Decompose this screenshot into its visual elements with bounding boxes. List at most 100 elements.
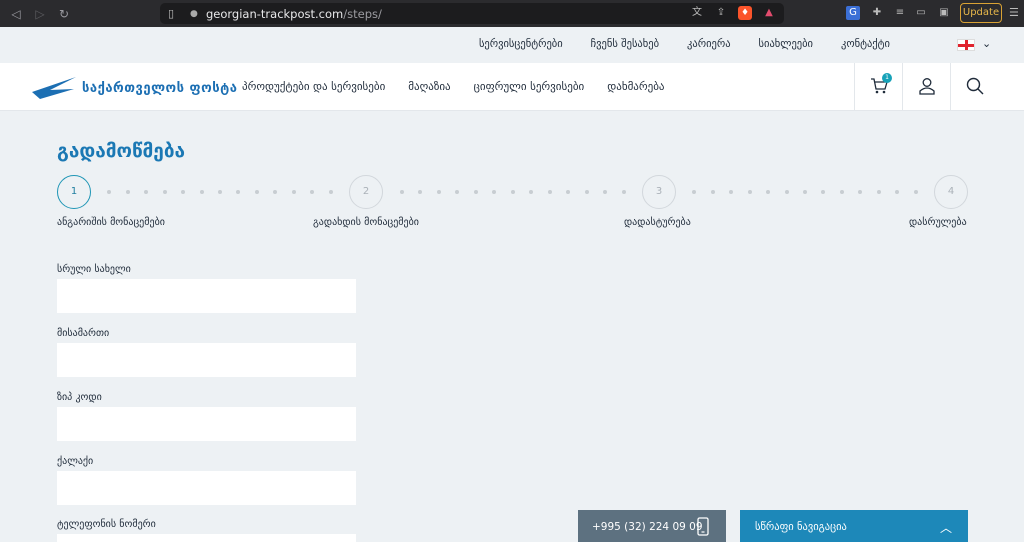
lock-icon[interactable]: ● xyxy=(190,9,200,19)
url-path: /steps/ xyxy=(343,6,382,21)
forward-icon[interactable]: ▷ xyxy=(32,7,48,21)
phone-number-label: ტელეფონის ნომერი xyxy=(57,519,156,530)
brave-rewards-icon[interactable]: ▲ xyxy=(762,6,776,20)
playlist-icon[interactable]: ≡ xyxy=(893,6,907,20)
stepper-dot xyxy=(436,190,441,194)
stepper-dot xyxy=(603,190,607,194)
hotline-bar[interactable]: +995 (32) 224 09 09 xyxy=(578,510,726,542)
stepper-dot xyxy=(547,190,552,194)
utility-bar: სერვისცენტრები ჩვენს შესახებ კარიერა სია… xyxy=(0,27,1024,63)
stepper-dot xyxy=(236,190,241,194)
translate-extension-icon[interactable]: G xyxy=(846,6,860,20)
phone-number-input[interactable] xyxy=(57,534,356,542)
sidebar-icon[interactable]: ▭ xyxy=(914,6,928,20)
nav-products-services[interactable]: პროდუქტები და სერვისები xyxy=(242,80,385,93)
url-text[interactable]: georgian-trackpost.com/steps/ xyxy=(206,7,382,21)
translate-icon[interactable]: 文 xyxy=(690,6,704,20)
account-button[interactable] xyxy=(902,63,950,111)
stepper-dot xyxy=(107,190,112,194)
stepper-dot xyxy=(692,190,697,194)
link-news[interactable]: სიახლეები xyxy=(759,38,813,50)
menu-icon[interactable]: ☰ xyxy=(1009,6,1019,19)
stepper-dot xyxy=(125,190,130,194)
address-label: მისამართი xyxy=(57,328,110,339)
url-host: georgian-trackpost.com xyxy=(206,6,344,21)
stepper-dot xyxy=(913,190,918,194)
user-icon xyxy=(919,78,935,95)
mobile-phone-icon xyxy=(697,517,709,536)
link-service-centers[interactable]: სერვისცენტრები xyxy=(479,38,563,50)
stepper-dot xyxy=(876,190,881,194)
stepper-dot xyxy=(566,190,570,194)
nav-digital-services[interactable]: ციფრული სერვისები xyxy=(474,80,585,93)
step-2-circle: 2 xyxy=(349,175,383,209)
stepper-dot xyxy=(895,190,900,194)
full-name-label: სრული სახელი xyxy=(57,264,131,275)
stepper-dot xyxy=(273,190,278,194)
share-icon[interactable]: ⇪ xyxy=(714,6,728,20)
step-3-circle: 3 xyxy=(642,175,676,209)
step-2-label: გადახდის მონაცემები xyxy=(313,217,419,228)
stepper-dot xyxy=(621,190,626,194)
stepper-dot xyxy=(821,190,826,194)
zip-code-label: ზიპ კოდი xyxy=(57,392,102,403)
site-logo[interactable]: საქართველოს ფოსტა xyxy=(30,75,237,101)
page-title: გადამოწმება xyxy=(57,140,186,162)
step-1-circle: 1 xyxy=(57,175,91,209)
stepper-dot xyxy=(710,190,715,194)
bookmark-icon[interactable]: ▯ xyxy=(168,7,182,20)
stepper-dot xyxy=(766,190,771,194)
step-4-circle: 4 xyxy=(934,175,968,209)
cart-button[interactable]: 1 xyxy=(854,63,902,111)
stepper-dot xyxy=(839,190,844,194)
stepper-dot xyxy=(747,190,752,194)
browser-chrome: ◁ ▷ ↻ ▯ ● georgian-trackpost.com/steps/ … xyxy=(0,0,1024,27)
update-button[interactable]: Update xyxy=(960,3,1002,23)
chevron-down-icon[interactable]: ⌄ xyxy=(982,37,991,50)
stepper-dot xyxy=(784,190,789,194)
stepper-dot xyxy=(858,190,863,194)
link-contact[interactable]: კონტაქტი xyxy=(841,38,890,50)
city-input[interactable] xyxy=(57,471,356,505)
stepper-dot xyxy=(310,190,315,194)
search-button[interactable] xyxy=(950,63,998,111)
stepper-dot xyxy=(455,190,459,194)
main-header: საქართველოს ფოსტა პროდუქტები და სერვისებ… xyxy=(0,63,1024,111)
nav-help[interactable]: დახმარება xyxy=(607,80,664,93)
quick-navigation-label: სწრაფი ნავიგაცია xyxy=(755,521,847,533)
search-icon xyxy=(966,77,984,95)
georgia-flag-icon[interactable] xyxy=(957,39,975,51)
stepper-dot xyxy=(162,190,167,194)
cart-count-badge: 1 xyxy=(882,73,892,83)
link-careers[interactable]: კარიერა xyxy=(687,38,731,50)
checkout-stepper: 1 2 3 4 xyxy=(57,175,969,209)
stepper-dot xyxy=(473,190,478,194)
main-nav: პროდუქტები და სერვისები მაღაზია ციფრული … xyxy=(242,80,665,93)
wallet-icon[interactable]: ▣ xyxy=(937,6,951,20)
brave-shield-icon[interactable]: ♦ xyxy=(738,6,752,20)
stepper-dot xyxy=(144,190,149,194)
extensions-icon[interactable]: ✚ xyxy=(870,6,884,20)
stepper-dot xyxy=(254,190,259,194)
step-3-label: დადასტურება xyxy=(624,217,691,228)
stepper-dot xyxy=(328,190,333,194)
address-bar[interactable]: ▯ ● georgian-trackpost.com/steps/ 文 ⇪ ♦ … xyxy=(160,3,784,24)
stepper-dot xyxy=(584,190,589,194)
back-icon[interactable]: ◁ xyxy=(8,7,24,21)
stepper-dot xyxy=(218,190,222,194)
stepper-dot xyxy=(399,190,404,194)
chevron-up-icon[interactable]: ︿ xyxy=(940,519,952,536)
quick-navigation-bar[interactable]: სწრაფი ნავიგაცია ︿ xyxy=(740,510,968,542)
reload-icon[interactable]: ↻ xyxy=(56,7,72,21)
step-1-label: ანგარიშის მონაცემები xyxy=(57,217,165,228)
address-input[interactable] xyxy=(57,343,356,377)
logo-bird-icon xyxy=(32,77,76,99)
step-4-label: დასრულება xyxy=(909,217,967,228)
zip-code-input[interactable] xyxy=(57,407,356,441)
stepper-dot xyxy=(729,190,734,194)
link-about-us[interactable]: ჩვენს შესახებ xyxy=(591,38,659,50)
full-name-input[interactable] xyxy=(57,279,356,313)
stepper-dot xyxy=(803,190,807,194)
nav-shop[interactable]: მაღაზია xyxy=(408,80,450,93)
stepper-dot xyxy=(291,190,296,194)
